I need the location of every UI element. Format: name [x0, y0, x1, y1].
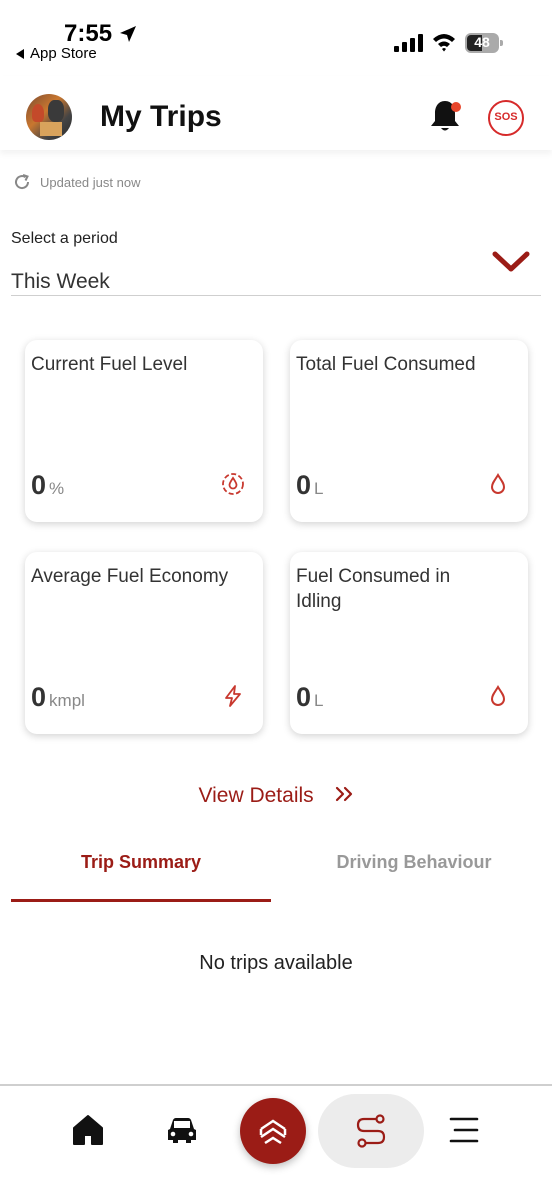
notification-dot — [451, 102, 461, 112]
view-details-label: View Details — [198, 784, 314, 807]
chevron-down-icon[interactable] — [491, 248, 531, 276]
route-icon — [356, 1114, 386, 1148]
refresh-icon — [15, 174, 30, 190]
empty-state-message: No trips available — [199, 952, 353, 974]
tab-driving-behaviour[interactable]: Driving Behaviour — [284, 852, 544, 902]
card-unit: L — [314, 691, 324, 710]
back-to-app-store-label: App Store — [30, 45, 97, 62]
card-title: Fuel Consumed in Idling — [296, 566, 451, 612]
double-chevron-right-icon — [335, 786, 352, 802]
back-triangle-icon — [16, 48, 24, 59]
drop-icon — [490, 685, 506, 706]
card-title: Average Fuel Economy — [31, 566, 229, 587]
lightning-icon — [225, 685, 241, 707]
card-current-fuel-level[interactable]: Current Fuel Level 0% — [25, 340, 263, 522]
updated-text: Updated just now — [40, 174, 141, 190]
card-title: Total Fuel Consumed — [296, 354, 476, 375]
nav-trips-active-pill[interactable] — [318, 1094, 424, 1168]
car-icon[interactable] — [162, 1110, 202, 1150]
cellular-signal-icon — [394, 34, 423, 52]
home-icon[interactable] — [68, 1110, 108, 1150]
card-value: 0L — [296, 470, 324, 500]
brand-logo-button[interactable] — [240, 1098, 306, 1164]
card-fuel-consumed-idling[interactable]: Fuel Consumed in Idling 0L — [290, 552, 528, 734]
location-arrow-icon — [120, 26, 136, 42]
card-unit: kmpl — [49, 691, 85, 710]
period-label: Select a period — [11, 230, 118, 247]
card-total-fuel-consumed[interactable]: Total Fuel Consumed 0L — [290, 340, 528, 522]
card-title: Current Fuel Level — [31, 354, 188, 375]
battery-level: 48 — [474, 34, 490, 50]
card-unit: % — [49, 479, 65, 498]
card-value: 0% — [31, 470, 65, 500]
status-bar: 7:55 App Store 48 — [0, 0, 552, 76]
view-details-link[interactable]: View Details — [0, 784, 552, 808]
page-title: My Trips — [100, 100, 222, 133]
card-value: 0L — [296, 682, 324, 712]
period-value: This Week — [11, 270, 110, 293]
app-header: My Trips SOS — [0, 76, 552, 150]
avatar[interactable] — [26, 94, 72, 140]
drop-icon — [490, 473, 506, 494]
period-dropdown[interactable]: This Week — [11, 251, 541, 296]
menu-icon[interactable] — [444, 1110, 484, 1150]
card-average-fuel-economy[interactable]: Average Fuel Economy 0 kmpl — [25, 552, 263, 734]
sos-button[interactable]: SOS — [488, 100, 524, 136]
bottom-navigation — [0, 1084, 552, 1200]
wifi-icon — [433, 34, 455, 52]
fuel-gauge-icon — [222, 473, 244, 495]
battery-icon: 48 — [465, 33, 503, 53]
status-time: 7:55 — [64, 20, 113, 47]
back-to-app-store[interactable]: App Store — [16, 45, 97, 62]
refresh-status[interactable]: Updated just now — [12, 172, 140, 192]
card-value: 0 kmpl — [31, 682, 85, 712]
brand-logo-icon — [259, 1119, 287, 1145]
card-unit: L — [314, 479, 324, 498]
tab-trip-summary[interactable]: Trip Summary — [11, 852, 271, 902]
